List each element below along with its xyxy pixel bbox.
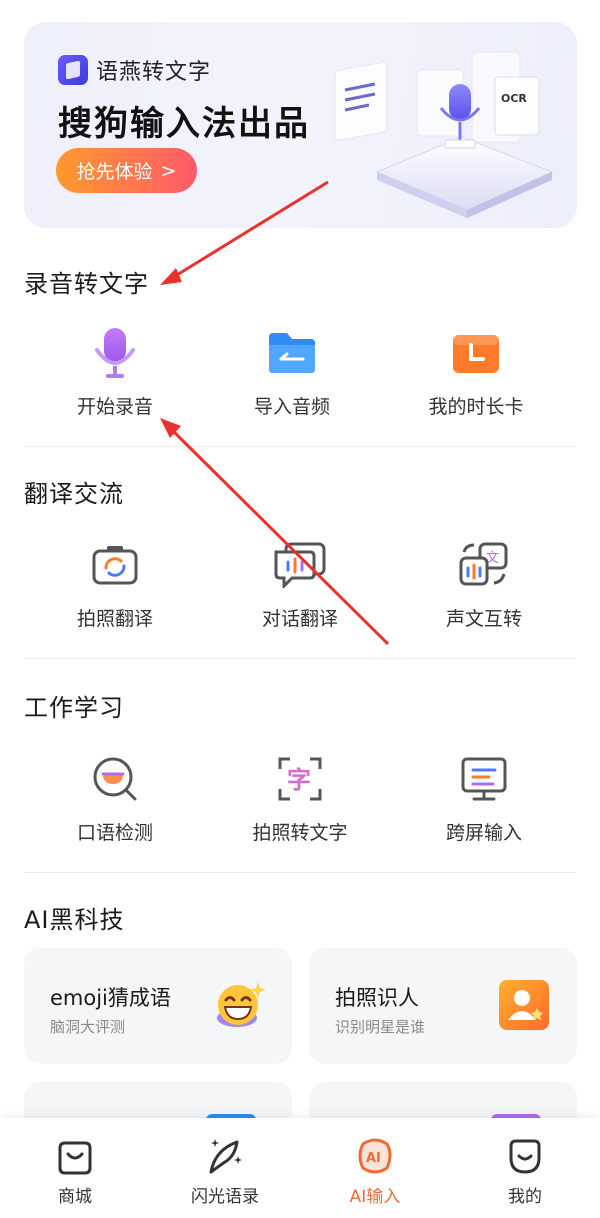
my-time-card-button[interactable]: 我的时长卡	[386, 326, 566, 419]
camera-translate-icon	[88, 538, 142, 592]
section-divider	[24, 658, 576, 659]
ai-badge-text: AI	[366, 1151, 381, 1166]
brand-name: 语燕转文字	[96, 60, 212, 85]
face-id-icon	[499, 980, 549, 1030]
start-recording-label: 开始录音	[76, 396, 153, 418]
speech-check-icon	[88, 752, 142, 806]
folder-icon	[265, 326, 319, 380]
cross-screen-input-label: 跨屏输入	[445, 822, 522, 844]
photo-translate-label: 拍照翻译	[76, 608, 153, 630]
scan-text-glyph: 字	[287, 766, 311, 794]
nav-label-mall: 商城	[58, 1187, 92, 1207]
chevron-right-icon: >	[160, 159, 177, 182]
microphone-illustration-icon: OCR	[334, 51, 554, 218]
dialogue-translate-button[interactable]: 对话翻译	[210, 538, 390, 631]
section-title-translate: 翻译交流	[24, 480, 124, 508]
profile-icon	[503, 1136, 547, 1176]
speaking-test-button[interactable]: 口语检测	[25, 752, 205, 845]
shopping-bag-icon	[53, 1136, 97, 1176]
nav-item-ai-input[interactable]: AI AI输入	[300, 1118, 450, 1218]
banner-title: 搜狗输入法出品	[58, 104, 310, 144]
section-title-work: 工作学习	[24, 694, 124, 722]
emoji-icon	[217, 982, 266, 1027]
dialogue-translate-label: 对话翻译	[261, 608, 338, 630]
promo-banner[interactable]: 语燕转文字 搜狗输入法出品 抢先体验 > OCR	[24, 22, 577, 228]
nav-label-ai-input: AI输入	[349, 1187, 401, 1207]
start-recording-button[interactable]: 开始录音	[25, 326, 205, 419]
nav-item-mine[interactable]: 我的	[450, 1118, 600, 1218]
import-audio-label: 导入音频	[253, 396, 330, 418]
nav-item-flash-quotes[interactable]: 闪光语录	[150, 1118, 300, 1218]
feather-icon	[203, 1136, 247, 1176]
speaking-test-label: 口语检测	[76, 822, 153, 844]
section-divider	[24, 446, 576, 447]
photo-to-text-label: 拍照转文字	[252, 822, 348, 844]
photo-face-recognition-subtitle: 识别明星是谁	[335, 1018, 426, 1036]
try-now-button[interactable]: 抢先体验 >	[56, 148, 197, 193]
emoji-idiom-card[interactable]: emoji猜成语 脑洞大评测	[24, 948, 292, 1064]
scan-text-icon: 字	[273, 752, 327, 806]
nav-label-mine: 我的	[508, 1187, 542, 1207]
ai-icon: AI	[353, 1136, 397, 1176]
section-title-recording: 录音转文字	[24, 270, 149, 298]
monitor-icon	[457, 752, 511, 806]
emoji-idiom-title: emoji猜成语	[50, 986, 171, 1010]
section-title-ai: AI黑科技	[24, 906, 125, 934]
import-audio-button[interactable]: 导入音频	[202, 326, 382, 419]
cross-screen-input-button[interactable]: 跨屏输入	[394, 752, 574, 845]
photo-face-recognition-title: 拍照识人	[335, 986, 419, 1010]
my-time-card-label: 我的时长卡	[428, 396, 524, 418]
nav-item-mall[interactable]: 商城	[0, 1118, 150, 1218]
bottom-nav: 商城 闪光语录 AI AI输入 我的	[0, 1118, 600, 1218]
try-now-label: 抢先体验	[76, 161, 153, 183]
microphone-icon	[88, 326, 142, 380]
nav-label-flash-quotes: 闪光语录	[191, 1187, 259, 1207]
section-divider	[24, 872, 576, 873]
banner-brand: 语燕转文字	[58, 54, 211, 86]
emoji-idiom-subtitle: 脑洞大评测	[50, 1018, 126, 1036]
photo-to-text-button[interactable]: 字 拍照转文字	[210, 752, 390, 845]
voice-text-icon: 文	[457, 538, 511, 592]
voice-text-convert-label: 声文互转	[445, 608, 522, 630]
ocr-label: OCR	[501, 92, 527, 105]
brand-logo-icon	[58, 55, 88, 85]
photo-translate-button[interactable]: 拍照翻译	[25, 538, 205, 631]
chat-translate-icon	[273, 538, 327, 592]
voice-text-convert-button[interactable]: 文 声文互转	[394, 538, 574, 631]
clock-card-icon	[449, 326, 503, 380]
photo-face-recognition-card[interactable]: 拍照识人 识别明星是谁	[309, 948, 577, 1064]
